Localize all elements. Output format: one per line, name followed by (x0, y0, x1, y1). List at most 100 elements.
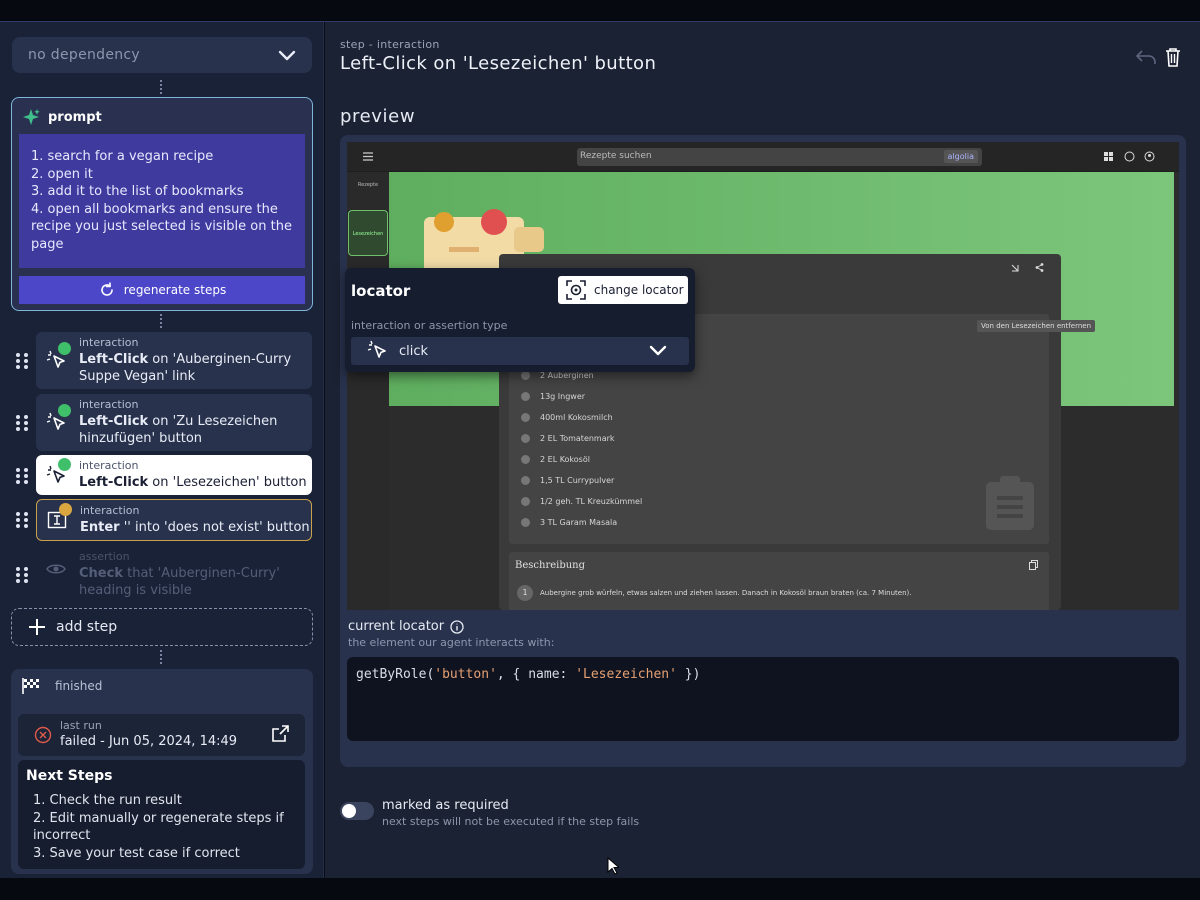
menu-icon (363, 152, 373, 161)
drag-handle-icon[interactable] (15, 467, 29, 485)
required-toggle[interactable] (340, 802, 374, 820)
interaction-type-label: interaction or assertion type (351, 319, 508, 332)
step-action: Left-Click (79, 352, 149, 367)
ingredient-item: 2 EL Kokosöl (521, 455, 590, 464)
drag-handle-icon[interactable] (15, 414, 29, 432)
screenshot-search-placeholder: Rezepte suchen (580, 151, 652, 161)
info-icon[interactable] (450, 619, 464, 634)
undo-icon[interactable] (1135, 49, 1157, 65)
add-step-button[interactable]: add step (11, 608, 313, 646)
ingredient-text: 13g Ingwer (540, 392, 586, 401)
connector (160, 314, 162, 328)
locator-popup-title: locator (351, 282, 411, 300)
dependency-select[interactable]: no dependency (12, 37, 312, 73)
target-icon (566, 280, 586, 300)
chevron-down-icon (649, 345, 667, 356)
drag-handle-icon[interactable] (15, 511, 29, 529)
required-subtitle: next steps will not be executed if the s… (382, 815, 640, 828)
preview-screenshot: Rezepte suchen algolia Rezepte Lesezeich… (347, 142, 1179, 610)
screenshot-nav-recipes: Rezepte (357, 182, 379, 188)
dependency-select-value: no dependency (28, 47, 141, 63)
step-description: Left-Click on 'Lesezeichen' button (79, 474, 312, 491)
success-check-icon (58, 342, 71, 355)
step-target: on 'Lesezeichen' button (148, 475, 307, 490)
description-step: Aubergine grob würfeln, etwas salzen und… (540, 589, 912, 597)
step-action: Check (79, 566, 123, 581)
description-title: Beschreibung (515, 560, 586, 571)
sparkle-icon (23, 109, 40, 125)
main-panel: step - interaction Left-Click on 'Leseze… (325, 22, 1200, 878)
ingredient-item: 1,5 TL Currypulver (521, 476, 614, 485)
step-action: Enter (80, 520, 120, 535)
step-item-selected[interactable]: interaction Left-Click on 'Lesezeichen' … (36, 455, 312, 495)
success-check-icon (58, 458, 71, 471)
grid-icon (1104, 152, 1113, 161)
last-run-value: failed - Jun 05, 2024, 14:49 (60, 734, 238, 749)
current-locator-subtitle: the element our agent interacts with: (348, 636, 555, 649)
connector (160, 80, 162, 94)
step-description: Left-Click on 'Auberginen-Curry Suppe Ve… (79, 351, 312, 385)
chevron-down-icon (278, 50, 296, 61)
change-locator-button[interactable]: change locator (558, 276, 688, 304)
code-fn: }) (676, 667, 701, 682)
next-steps-title: Next Steps (26, 768, 113, 784)
step-description: Enter '' into 'does not exist' button (80, 519, 311, 536)
checkered-flag-icon (22, 678, 39, 694)
screenshot-search: Rezepte suchen algolia (577, 148, 982, 166)
code-fn: getByRole( (356, 667, 435, 682)
prompt-line: 3. add it to the list of bookmarks (31, 184, 244, 200)
interaction-type-value: click (399, 343, 429, 359)
minimize-icon (1011, 264, 1019, 272)
step-target: '' into 'does not exist' button (119, 520, 310, 535)
step-subtitle: step - interaction (340, 38, 440, 51)
current-locator-label: current locator (348, 619, 445, 634)
window-bottom-bar (0, 878, 1200, 900)
interaction-type-select[interactable]: click (351, 337, 689, 365)
trash-icon[interactable] (1165, 47, 1181, 67)
screenshot-sidebar: Rezepte Lesezeichen (347, 172, 389, 610)
add-step-label: add step (56, 619, 118, 635)
cursor-click-icon (367, 340, 386, 358)
step-title: Left-Click on 'Lesezeichen' button (340, 53, 657, 74)
locator-code-editor[interactable]: getByRole('button', { name: 'Lesezeichen… (347, 657, 1179, 741)
prompt-line: 1. search for a vegan recipe (31, 149, 214, 164)
connector (160, 650, 162, 664)
prompt-textarea[interactable]: 1. search for a vegan recipe 2. open it … (19, 134, 305, 268)
external-link-icon[interactable] (270, 724, 290, 744)
code-string: 'Lesezeichen' (575, 667, 677, 682)
code-string: 'button' (434, 667, 497, 682)
next-steps-panel: Next Steps 1. Check the run result 2. Ed… (18, 760, 305, 869)
ingredient-text: 1,5 TL Currypulver (540, 476, 615, 485)
regenerate-steps-label: regenerate steps (123, 283, 227, 297)
finished-card: finished last run failed - Jun 05, 2024,… (11, 669, 313, 874)
prompt-header: prompt (22, 108, 102, 126)
prompt-line: 2. open it (31, 166, 93, 182)
screenshot-tooltip: Von den Lesezeichen entfernen (977, 320, 1096, 332)
step-item[interactable]: assertion Check that 'Auberginen-Curry' … (36, 546, 312, 598)
step-item[interactable]: interaction Enter '' into 'does not exis… (36, 499, 312, 541)
ingredient-item: 13g Ingwer (521, 392, 585, 401)
refresh-icon (100, 282, 113, 296)
window-top-bar (0, 0, 1200, 22)
current-locator-heading: current locator (348, 619, 464, 634)
finished-label: finished (55, 679, 103, 693)
step-item[interactable]: interaction Left-Click on 'Auberginen-Cu… (36, 332, 312, 389)
step-item[interactable]: interaction Left-Click on 'Zu Lesezeiche… (36, 394, 312, 451)
step-kind: assertion (79, 550, 130, 563)
locator-popup: locator change locator interaction or as… (345, 268, 695, 372)
copy-icon (1029, 560, 1038, 570)
drag-handle-icon[interactable] (15, 352, 29, 370)
share-icon (1035, 263, 1044, 272)
step-description: Check that 'Auberginen-Curry' heading is… (79, 565, 312, 599)
preview-card: Rezepte suchen algolia Rezepte Lesezeich… (340, 135, 1186, 767)
code-fn: , { name: (496, 667, 576, 682)
ingredient-text: 400ml Kokosmilch (540, 413, 613, 422)
last-run-panel: last run failed - Jun 05, 2024, 14:49 (18, 714, 305, 756)
regenerate-steps-button[interactable]: regenerate steps (19, 276, 305, 304)
screenshot-description: Beschreibung 1 Aubergine grob würfeln, e… (509, 552, 1049, 610)
drag-handle-icon[interactable] (15, 566, 29, 584)
warning-icon (59, 503, 72, 516)
ingredient-text: 2 EL Tomatenmark (540, 434, 615, 443)
prompt-line: 4. open all bookmarks and ensure the rec… (31, 201, 292, 252)
step-kind: interaction (79, 459, 139, 472)
